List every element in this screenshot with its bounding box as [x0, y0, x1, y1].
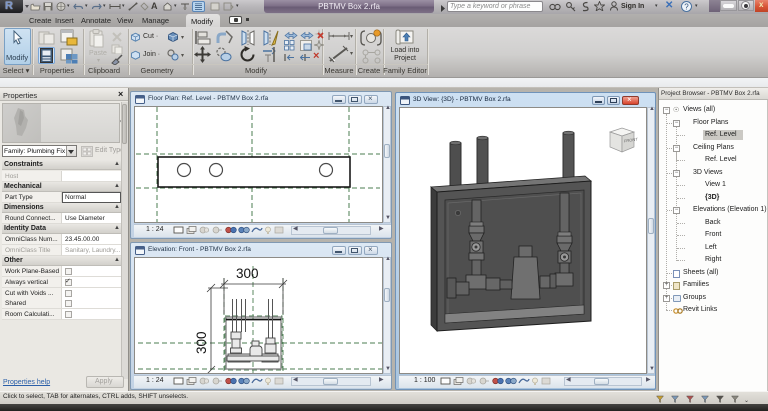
- svg-text:?: ?: [684, 3, 689, 12]
- svg-text:300: 300: [236, 266, 259, 281]
- svg-text:300: 300: [194, 331, 209, 354]
- svg-text:FRONT: FRONT: [624, 136, 638, 143]
